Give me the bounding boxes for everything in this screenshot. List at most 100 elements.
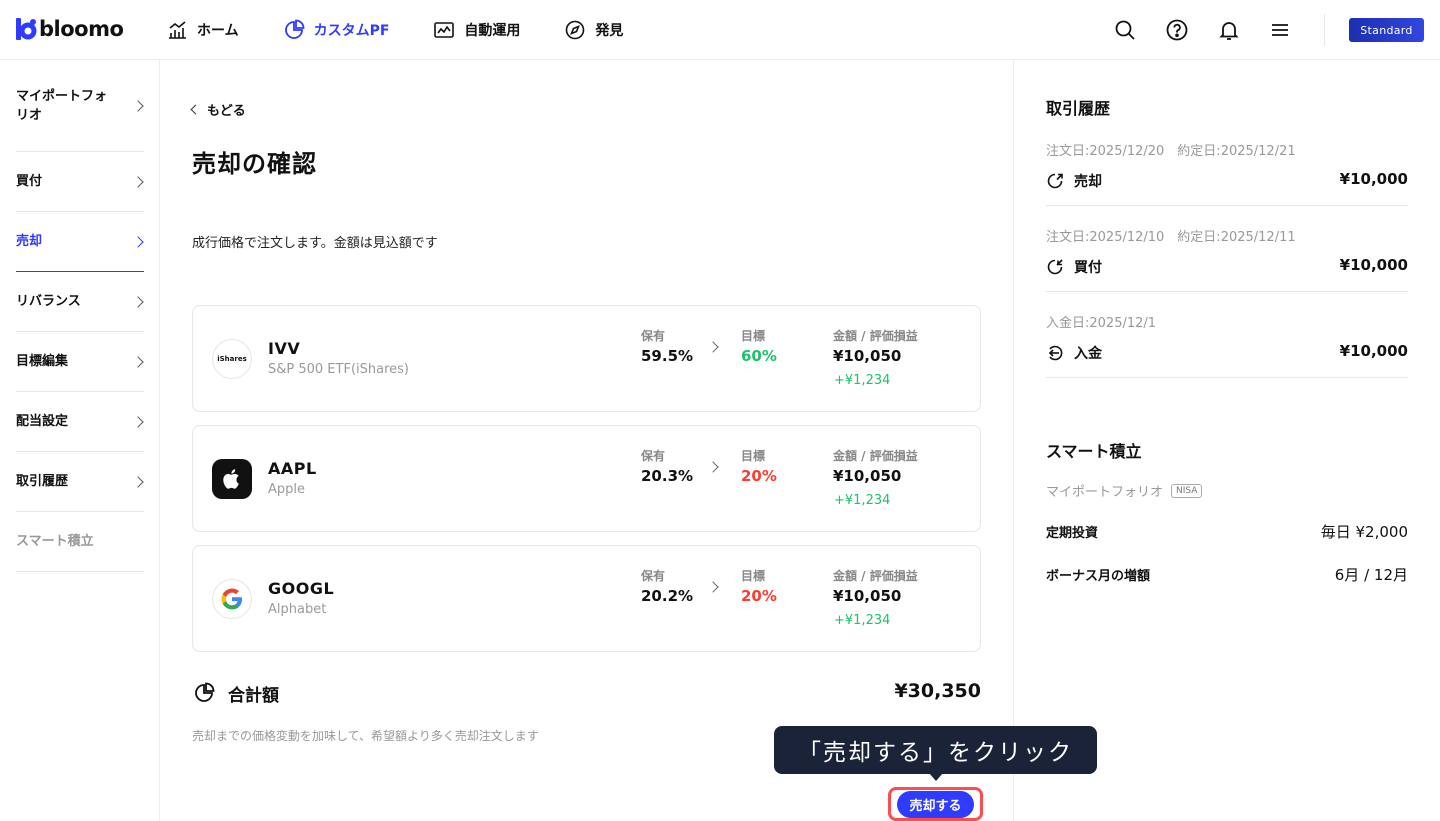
- help-icon[interactable]: [1165, 18, 1189, 42]
- history-date: 注文日:2025/12/20 約定日:2025/12/21: [1046, 144, 1296, 159]
- top-header: bloomo ホーム カスタムPF 自動運用 発見 Standard: [0, 0, 1440, 60]
- brand-name: bloomo: [39, 17, 124, 41]
- plan-badge[interactable]: Standard: [1349, 18, 1424, 42]
- target-label: 目標: [741, 569, 766, 583]
- history-item[interactable]: 注文日:2025/12/20 約定日:2025/12/21 売却 ¥10,000: [1046, 120, 1408, 206]
- history-date: 注文日:2025/12/10 約定日:2025/12/11: [1046, 230, 1296, 245]
- search-icon[interactable]: [1113, 18, 1137, 42]
- menu-icon[interactable]: [1268, 18, 1292, 42]
- chevron-right-icon: [132, 99, 144, 112]
- holding-card-googl: GOOGL Alphabet 保有 20.2% 目標 20% 金額 / 評価損益…: [192, 545, 981, 652]
- nav-auto[interactable]: 自動運用: [433, 18, 520, 42]
- holding-label: 保有: [641, 569, 666, 583]
- history-kind: 買付: [1074, 260, 1102, 276]
- smart-row-value: 毎日 ¥2,000: [1320, 523, 1408, 541]
- holding-value: 59.5%: [641, 347, 694, 365]
- history-date: 入金日:2025/12/1: [1046, 316, 1157, 331]
- sidebar-item-label: 取引履歴: [16, 474, 69, 489]
- history-amount: ¥10,000: [1339, 170, 1408, 188]
- sidebar-item-rebalance[interactable]: リバランス: [16, 272, 144, 332]
- chevron-left-icon: [190, 104, 201, 115]
- sidebar-item-portfolio[interactable]: マイポートフォリオ: [16, 60, 144, 152]
- sell-button[interactable]: 売却する: [888, 787, 983, 821]
- right-panel: 取引履歴 注文日:2025/12/20 約定日:2025/12/21 売却 ¥1…: [1014, 60, 1440, 821]
- pie-chart-icon: [195, 682, 215, 702]
- amount-value: ¥10,050: [833, 587, 902, 605]
- security-name: Apple: [268, 482, 306, 497]
- chevron-right-icon: [132, 235, 144, 248]
- brand-logo[interactable]: bloomo: [16, 17, 124, 41]
- chevron-right-icon: [707, 341, 719, 353]
- nav-discover[interactable]: 発見: [564, 18, 623, 42]
- holding-value: 20.3%: [641, 467, 694, 485]
- target-value: 60%: [741, 347, 777, 365]
- history-amount: ¥10,000: [1339, 256, 1408, 274]
- history-item[interactable]: 入金日:2025/12/1 入金 ¥10,000: [1046, 292, 1408, 378]
- nav-home-label: ホーム: [197, 23, 239, 39]
- apple-logo-icon: [212, 459, 252, 499]
- ishares-logo-icon: iShares: [212, 339, 252, 379]
- sell-note: 売却までの価格変動を加味して、希望額より多く売却注文します: [192, 729, 539, 743]
- sidebar-item-dividend[interactable]: 配当設定: [16, 392, 144, 452]
- total-row: 合計額 ¥30,350: [192, 678, 981, 708]
- amount-label: 金額 / 評価損益: [833, 329, 918, 343]
- nisa-badge: NISA: [1171, 483, 1203, 498]
- sidebar-item-label: 売却: [16, 234, 43, 249]
- amount-label: 金額 / 評価損益: [833, 569, 918, 583]
- holding-label: 保有: [641, 329, 666, 343]
- ticker: GOOGL: [268, 579, 335, 598]
- smart-row-label: 定期投資: [1046, 526, 1099, 541]
- smart-row-value: 6月 / 12月: [1334, 566, 1408, 584]
- chevron-right-icon: [132, 355, 144, 368]
- total-label: 合計額: [228, 686, 279, 706]
- compass-icon: [566, 20, 585, 40]
- google-logo-icon: [212, 579, 252, 619]
- history-kind: 入金: [1074, 346, 1102, 362]
- back-link[interactable]: もどる: [190, 100, 246, 119]
- security-name: Alphabet: [268, 602, 327, 617]
- smart-row-bonus: ボーナス月の増額 6月 / 12月: [1046, 565, 1408, 584]
- history-item[interactable]: 注文日:2025/12/10 約定日:2025/12/11 買付 ¥10,000: [1046, 206, 1408, 292]
- chevron-right-icon: [707, 461, 719, 473]
- sell-button-label: 売却する: [897, 790, 974, 818]
- nav-custom-pf-label: カスタムPF: [313, 23, 390, 39]
- target-label: 目標: [741, 329, 766, 343]
- smart-row-regular: 定期投資 毎日 ¥2,000: [1046, 522, 1408, 541]
- ticker: AAPL: [268, 459, 317, 478]
- sidebar-item-target-edit[interactable]: 目標編集: [16, 332, 144, 392]
- sidebar-item-buy[interactable]: 買付: [16, 152, 144, 212]
- sidebar-item-sell[interactable]: 売却: [16, 212, 144, 272]
- chevron-right-icon: [707, 581, 719, 593]
- sidebar-item-label: 配当設定: [16, 414, 69, 429]
- nav-custom-pf[interactable]: カスタムPF: [283, 18, 390, 42]
- target-value: 20%: [741, 587, 777, 605]
- nav-home[interactable]: ホーム: [166, 18, 239, 42]
- sell-icon: [1047, 173, 1063, 189]
- chevron-right-icon: [132, 175, 144, 188]
- chevron-right-icon: [132, 415, 144, 428]
- sidebar-item-label: 目標編集: [16, 354, 69, 369]
- security-name: S&P 500 ETF(iShares): [268, 362, 409, 377]
- sidebar-item-label: マイポートフォリオ: [16, 88, 108, 123]
- bell-icon[interactable]: [1217, 18, 1241, 42]
- pie-chart-icon: [284, 19, 304, 39]
- smart-portfolio: マイポートフォリオ NISA: [1046, 481, 1203, 500]
- nav-discover-label: 発見: [595, 23, 624, 39]
- deposit-icon: [1048, 345, 1063, 361]
- smart-title: スマート積立: [1046, 442, 1142, 461]
- sidebar-item-smart: スマート積立: [16, 512, 144, 572]
- target-label: 目標: [741, 449, 766, 463]
- chart-bars-icon: [169, 21, 186, 39]
- pnl-value: +¥1,234: [834, 493, 891, 508]
- logo-text: iShares: [217, 355, 247, 363]
- trend-chart-icon: [434, 22, 455, 38]
- ticker: IVV: [268, 339, 301, 358]
- total-value: ¥30,350: [894, 680, 981, 702]
- page-description: 成行価格で注文します。金額は見込額です: [192, 236, 438, 251]
- buy-icon: [1047, 259, 1063, 275]
- sidebar-item-history[interactable]: 取引履歴: [16, 452, 144, 512]
- amount-label: 金額 / 評価損益: [833, 449, 918, 463]
- main-nav: ホーム カスタムPF 自動運用 発見: [166, 18, 667, 42]
- sidebar-item-label: 買付: [16, 174, 43, 189]
- sidebar-item-label: リバランス: [16, 294, 81, 309]
